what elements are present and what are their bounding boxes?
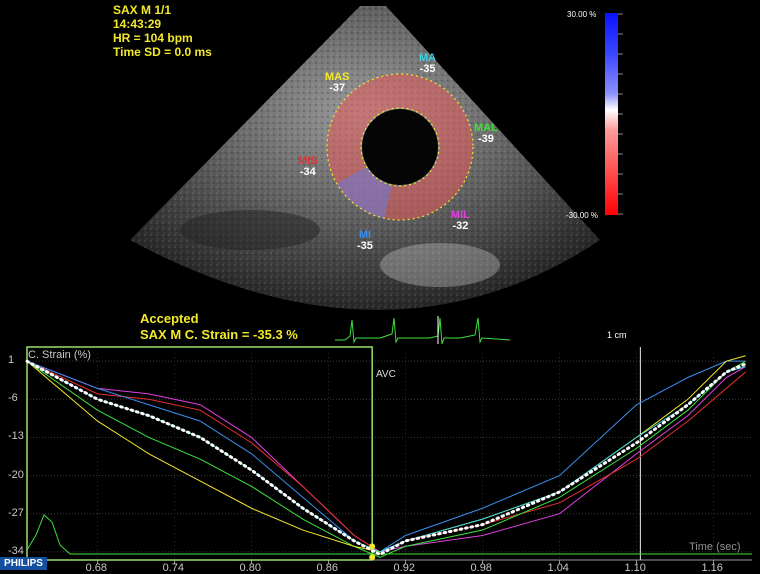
y-tick-label: -20 bbox=[8, 468, 24, 481]
segment-ma[interactable]: MA -35 bbox=[419, 53, 436, 75]
x-tick-label: 1.10 bbox=[624, 562, 646, 574]
strain-series bbox=[26, 360, 746, 553]
segment-mis[interactable]: MIS -34 bbox=[298, 156, 318, 178]
view-label: SAX M 1/1 bbox=[113, 3, 172, 17]
segment-mil[interactable]: MIL -32 bbox=[451, 210, 470, 232]
accepted-label: Accepted bbox=[140, 311, 199, 326]
segment-value: -39 bbox=[477, 133, 494, 145]
y-tick-label: -34 bbox=[8, 544, 24, 557]
x-tick-label: 0.68 bbox=[85, 562, 107, 574]
y-tick-label: -6 bbox=[8, 392, 18, 405]
time-sd-label: Time SD = 0.0 ms bbox=[113, 45, 212, 59]
study-info: SAX M 1/1 14:43:29 HR = 104 bpm Time SD … bbox=[113, 3, 212, 59]
x-tick-label: 0.74 bbox=[162, 562, 184, 574]
x-tick-label: 0.98 bbox=[470, 562, 492, 574]
philips-logo: PHILIPS bbox=[0, 557, 47, 570]
x-tick-label: 0.92 bbox=[393, 562, 415, 574]
colorscale-bar bbox=[605, 13, 618, 215]
segment-value: -37 bbox=[329, 82, 346, 94]
segment-value: -32 bbox=[452, 220, 469, 232]
heart-rate-label: HR = 104 bpm bbox=[113, 31, 193, 45]
avc-point-marker bbox=[369, 543, 376, 550]
avc-point-marker bbox=[369, 554, 376, 561]
segment-value: -35 bbox=[419, 63, 436, 75]
strain-series bbox=[26, 360, 746, 553]
segment-mal[interactable]: MAL -39 bbox=[474, 123, 498, 145]
strain-series bbox=[26, 360, 746, 553]
time-label: 14:43:29 bbox=[113, 17, 162, 31]
scale-marker: 1 cm bbox=[607, 330, 627, 340]
segment-value: -35 bbox=[357, 240, 373, 252]
segment-mi[interactable]: MI -35 bbox=[357, 230, 373, 252]
segment-mas[interactable]: MAS -37 bbox=[325, 72, 349, 94]
ecg-trace bbox=[335, 317, 511, 345]
x-tick-label: 0.86 bbox=[316, 562, 338, 574]
colorscale-ticks bbox=[618, 13, 623, 215]
status-block: Accepted SAX M C. Strain = -35.3 % bbox=[140, 311, 298, 343]
strain-series bbox=[26, 360, 746, 553]
avc-label: AVC bbox=[376, 369, 396, 380]
chart-xlabel: Time (sec) bbox=[689, 541, 741, 553]
chart-ylabel: C. Strain (%) bbox=[28, 349, 91, 361]
colorscale-bottom-label: -30.00 % bbox=[566, 211, 599, 220]
strain-series bbox=[26, 360, 746, 558]
strain-series bbox=[26, 355, 746, 553]
y-tick-label: -13 bbox=[8, 430, 24, 443]
y-tick-label: 1 bbox=[8, 354, 15, 367]
strain-ring bbox=[326, 73, 474, 221]
logo-text: PHILIPS bbox=[4, 558, 43, 569]
y-tick-label: -27 bbox=[8, 506, 24, 519]
strain-result: SAX M C. Strain = -35.3 % bbox=[140, 327, 298, 342]
colorscale-top-label: 30.00 % bbox=[567, 10, 597, 19]
segment-value: -34 bbox=[299, 166, 316, 178]
x-tick-label: 1.16 bbox=[701, 562, 723, 574]
x-tick-label: 1.04 bbox=[547, 562, 569, 574]
x-tick-label: 0.80 bbox=[239, 562, 261, 574]
